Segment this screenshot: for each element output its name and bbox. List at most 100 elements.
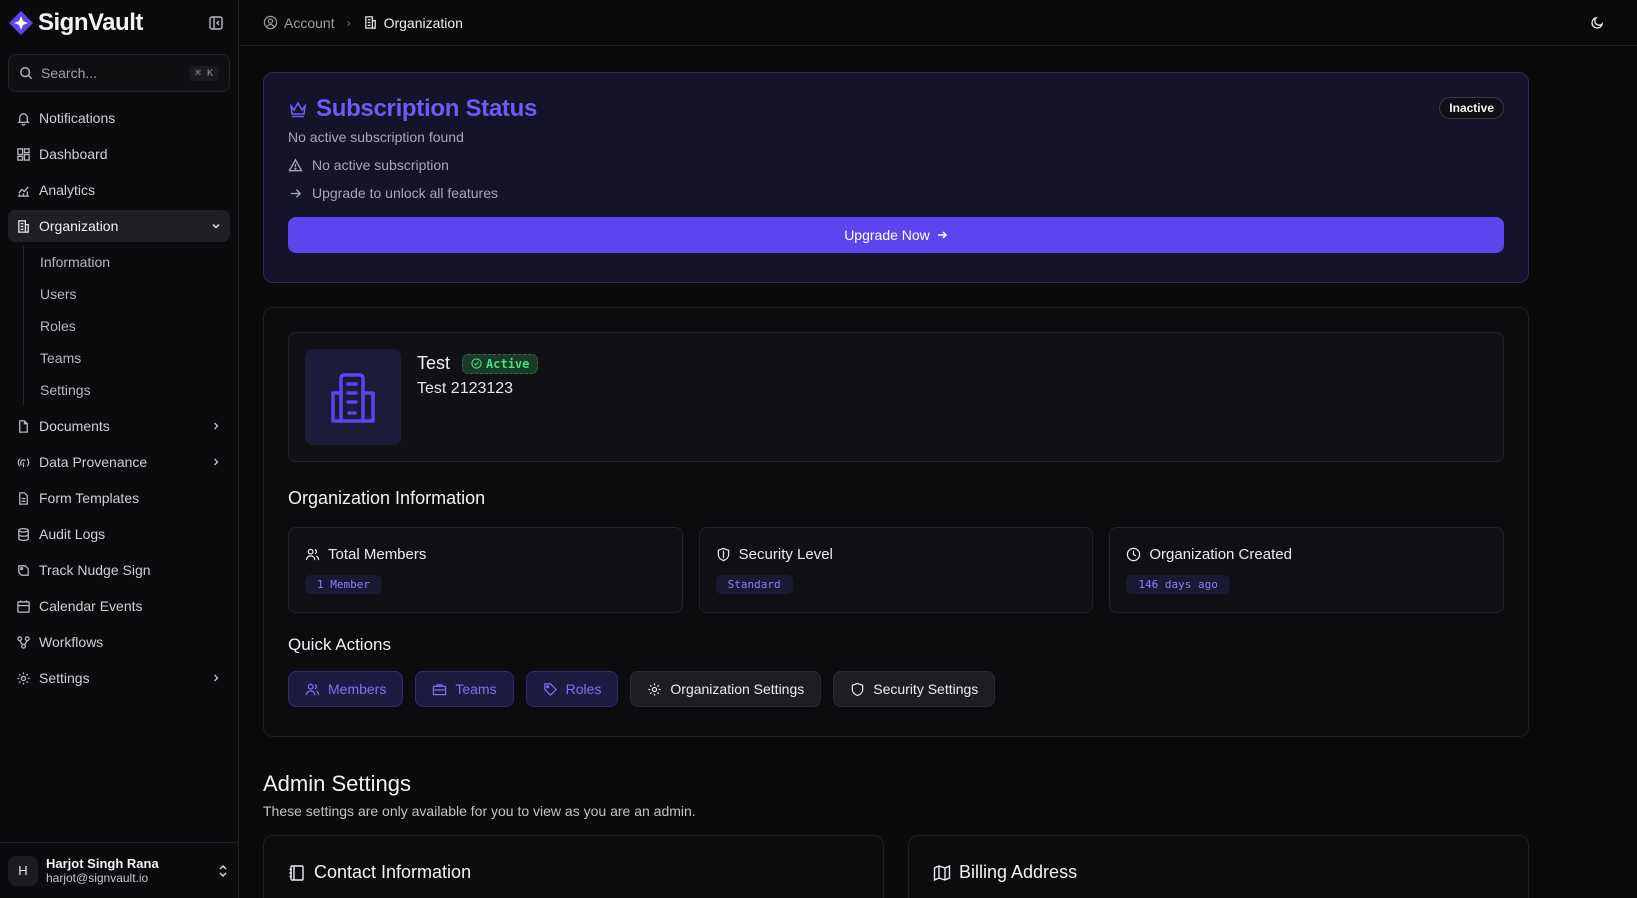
check-circle-icon — [471, 358, 482, 369]
quick-actions-title: Quick Actions — [288, 635, 391, 654]
organization-stats: Total Members 1 Member Security Level St… — [288, 527, 1505, 613]
billing-address-title: Billing Address — [933, 862, 1504, 883]
security-settings-label: Security Settings — [873, 681, 979, 697]
stat-total-members: Total Members 1 Member — [288, 527, 683, 613]
breadcrumb-organization: Organization — [363, 15, 463, 31]
organization-settings-label: Organization Settings — [670, 681, 805, 697]
stat-label: Security Level — [716, 546, 1077, 563]
sidebar-item-documents[interactable]: Documents — [8, 410, 230, 442]
members-button[interactable]: Members — [288, 671, 404, 707]
fingerprint-icon — [17, 457, 30, 467]
breadcrumb-account[interactable]: Account — [263, 15, 335, 31]
users-icon — [305, 683, 320, 695]
brand: SignVault — [0, 0, 238, 46]
avatar: H — [8, 855, 38, 886]
search-input[interactable]: Search... ⌘ K — [8, 54, 230, 92]
sidebar-item-label: Documents — [39, 418, 110, 434]
sidebar-item-label: Analytics — [39, 182, 96, 198]
signvault-logo-icon[interactable] — [8, 10, 34, 36]
bell-icon — [17, 112, 30, 126]
teams-button[interactable]: Teams — [415, 671, 514, 707]
organization-logo — [305, 349, 401, 445]
organization-subtitle: Test 2123123 — [417, 380, 514, 397]
user-menu[interactable]: H Harjot Singh Rana harjot@signvault.io — [0, 842, 238, 898]
status-badge: Inactive — [1439, 97, 1504, 119]
sidebar-item-label: Workflows — [39, 634, 104, 650]
breadcrumb-separator-icon: › — [346, 15, 351, 30]
sidebar-item-form-templates[interactable]: Form Templates — [8, 482, 230, 514]
stat-label-text: Security Level — [738, 546, 833, 563]
sidebar-item-label: Notifications — [39, 110, 116, 126]
contact-information-title-text: Contact Information — [314, 862, 472, 882]
sidebar-item-audit-logs[interactable]: Audit Logs — [8, 518, 230, 550]
building-icon — [364, 16, 376, 29]
subnav-item-settings[interactable]: Settings — [32, 374, 230, 406]
sidebar-item-calendar-events[interactable]: Calendar Events — [8, 590, 230, 622]
main-content: Account › Organization Subscription Stat… — [239, 0, 1637, 898]
moon-icon[interactable] — [1590, 15, 1605, 30]
building-icon — [331, 373, 375, 423]
breadcrumb-account-label: Account — [284, 14, 335, 31]
organization-header: Test Active Test 2123123 — [288, 332, 1504, 462]
calendar-icon — [17, 599, 30, 613]
subscription-title: Subscription Status — [288, 95, 1504, 123]
building-icon — [18, 219, 29, 233]
warning-icon — [288, 158, 303, 171]
sidebar-item-settings[interactable]: Settings — [8, 662, 230, 694]
status-badge-label: Active — [486, 356, 530, 371]
billing-address-card: Billing Address — [908, 835, 1529, 898]
gear-icon — [17, 671, 30, 685]
sidebar-item-data-provenance[interactable]: Data Provenance — [8, 446, 230, 478]
status-badge: Active — [462, 353, 539, 374]
subnav-item-roles[interactable]: Roles — [32, 310, 230, 342]
organization-name: Test — [417, 353, 451, 373]
organization-meta: Test Active Test 2123123 — [417, 353, 539, 398]
arrow-right-icon — [290, 188, 302, 198]
subnav-item-teams[interactable]: Teams — [32, 342, 230, 374]
search-placeholder: Search... — [41, 65, 98, 81]
workflow-icon — [17, 635, 30, 649]
tag-icon — [543, 682, 557, 696]
clock-icon — [1127, 547, 1141, 562]
sidebar-item-workflows[interactable]: Workflows — [8, 626, 230, 658]
admin-cards: Contact Information Billing Address — [263, 835, 1529, 898]
sidebar-item-track-nudge-sign[interactable]: Track Nudge Sign — [8, 554, 230, 586]
admin-settings-description: These settings are only available for yo… — [263, 803, 696, 819]
subscription-title-text: Subscription Status — [316, 95, 537, 122]
stat-value: Standard — [715, 575, 793, 594]
users-icon — [305, 548, 320, 561]
upgrade-now-label: Upgrade Now — [844, 227, 930, 243]
file-icon — [19, 419, 28, 433]
search-icon — [20, 67, 33, 80]
contact-information-title: Contact Information — [288, 862, 859, 883]
sidebar-toggle-icon[interactable] — [208, 15, 224, 31]
shield-icon — [851, 682, 864, 696]
chevron-up-down-icon — [219, 864, 227, 877]
sidebar-item-label: Data Provenance — [39, 454, 148, 470]
upgrade-now-button[interactable]: Upgrade Now — [288, 217, 1504, 253]
roles-button[interactable]: Roles — [525, 671, 619, 707]
stat-label-text: Total Members — [328, 546, 427, 563]
page-content: Subscription Status No active subscripti… — [239, 72, 1529, 898]
subscription-note-2: Upgrade to unlock all features — [288, 185, 1504, 201]
subscription-card: Subscription Status No active subscripti… — [263, 72, 1529, 283]
sidebar-item-label: Settings — [39, 670, 90, 686]
shield-icon — [717, 547, 729, 562]
subnav-item-users[interactable]: Users — [32, 278, 230, 310]
sidebar-item-analytics[interactable]: Analytics — [8, 174, 230, 206]
security-settings-button[interactable]: Security Settings — [833, 671, 996, 707]
subscription-note-2-text: Upgrade to unlock all features — [312, 185, 498, 201]
stat-label-text: Organization Created — [1149, 546, 1292, 563]
billing-address-title-text: Billing Address — [959, 862, 1078, 882]
sidebar-item-dashboard[interactable]: Dashboard — [8, 138, 230, 170]
database-icon — [18, 527, 29, 541]
chevron-right-icon — [213, 674, 219, 682]
sidebar-item-organization[interactable]: Organization — [8, 210, 230, 242]
briefcase-icon — [433, 683, 447, 695]
subscription-description: No active subscription found — [288, 129, 464, 145]
sidebar-item-label: Form Templates — [39, 490, 140, 506]
user-circle-icon — [263, 15, 278, 30]
organization-settings-button[interactable]: Organization Settings — [630, 671, 822, 707]
subnav-item-information[interactable]: Information — [32, 246, 230, 278]
sidebar-item-notifications[interactable]: Notifications — [8, 102, 230, 134]
